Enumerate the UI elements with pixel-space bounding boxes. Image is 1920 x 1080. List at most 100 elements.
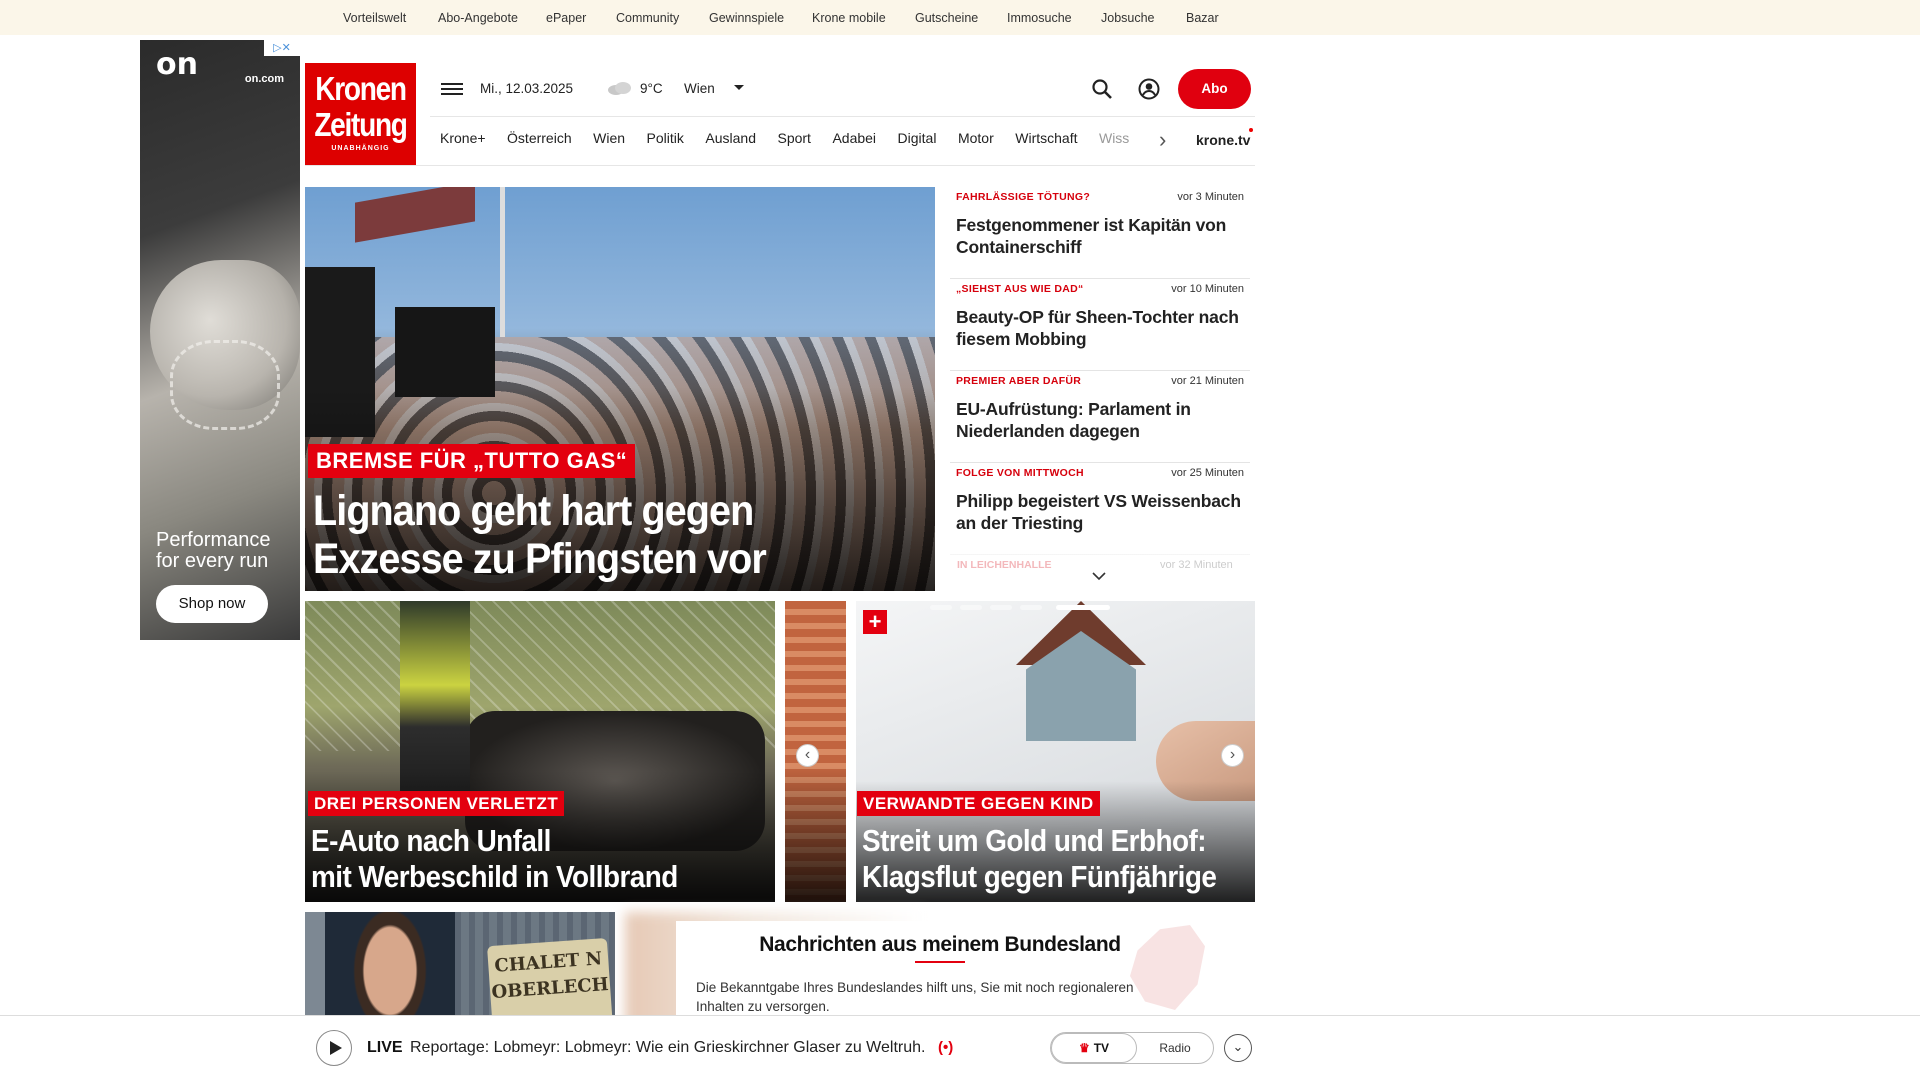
tv-toggle-button[interactable]: ♛ TV: [1051, 1033, 1137, 1063]
logo-line-1: Kronen: [315, 70, 407, 107]
ticker-kicker: PREMIER ABER DAFÜR: [956, 375, 1082, 387]
topbar-link-epaper[interactable]: ePaper: [546, 11, 586, 25]
temperature: 9°C: [640, 81, 663, 96]
nav-item-digital[interactable]: Digital: [898, 130, 937, 146]
user-account-icon[interactable]: [1138, 78, 1160, 100]
nav-item-krone-tv[interactable]: krone.tv: [1196, 132, 1250, 148]
live-stream-title[interactable]: Reportage: Lobmeyr: Lobmeyr: Wie ein Gri…: [410, 1039, 925, 1057]
ticker-headline[interactable]: Philipp begeistert VS Weissenbach an der…: [956, 490, 1241, 534]
search-icon[interactable]: [1091, 78, 1113, 100]
carousel-prev-arrow-icon[interactable]: ‹: [796, 744, 819, 767]
divider: [430, 116, 1255, 117]
sidebar-ad[interactable]: on on.com ▷✕ Performance for every run S…: [140, 40, 300, 640]
nav-item-ausland[interactable]: Ausland: [705, 130, 756, 146]
live-indicator-dot: [1249, 128, 1253, 132]
hamburger-menu-icon[interactable]: [441, 80, 463, 98]
article-card-e-auto[interactable]: DREI PERSONEN VERLETZT E-Auto nach Unfal…: [305, 601, 775, 902]
nav-item-wissen[interactable]: Wiss: [1099, 130, 1129, 146]
kronen-zeitung-logo[interactable]: Kronen Zeitung UNABHÄNGIG: [305, 63, 416, 166]
card-title-line: Klagsflut gegen Fünfjährige: [862, 859, 1217, 894]
ticker-time: vor 21 Minuten: [1171, 375, 1244, 387]
ad-shop-now-button[interactable]: Shop now: [156, 585, 268, 623]
topbar-link-krone-mobile[interactable]: Krone mobile: [812, 11, 886, 25]
tv-label: TV: [1093, 1041, 1110, 1055]
top-utility-bar: Vorteilswelt Abo-Angebote ePaper Communi…: [0, 0, 1920, 35]
carousel-dots: [930, 605, 1110, 611]
bundesland-description: Die Bekanntgabe Ihres Bundeslandes hilft…: [696, 980, 1134, 1014]
topbar-link-jobsuche[interactable]: Jobsuche: [1101, 11, 1155, 25]
topbar-link-gewinnspiele[interactable]: Gewinnspiele: [709, 11, 784, 25]
expand-chevron-icon[interactable]: ⌄: [1224, 1034, 1252, 1062]
bundesland-title: Nachrichten aus meinem Bundesland: [759, 933, 1121, 956]
ticker-kicker: FAHRLÄSSIGE TÖTUNG?: [956, 191, 1091, 203]
krone-plus-icon: +: [863, 610, 887, 634]
logo-subline: UNABHÄNGIG: [331, 145, 390, 152]
live-player-bar: [0, 1015, 1920, 1080]
ticker-time: vor 10 Minuten: [1171, 283, 1244, 295]
card-title-line: Streit um Gold und Erbhof:: [862, 823, 1207, 858]
ticker-kicker: FOLGE VON MITTWOCH: [956, 467, 1084, 479]
ad-tagline: Performance for every run: [156, 529, 271, 572]
ticker-kicker-faded: IN LEICHENHALLE: [957, 559, 1052, 571]
main-navigation: Krone+ Österreich Wien Politik Ausland Sport A…: [440, 130, 1185, 152]
play-button-icon[interactable]: [316, 1030, 352, 1066]
ticker-item[interactable]: FAHRLÄSSIGE TÖTUNG? vor 3 Minuten Festge…: [950, 187, 1250, 279]
hero-kicker: BREMSE FÜR „TUTTO GAS“: [308, 444, 636, 478]
news-ticker: FAHRLÄSSIGE TÖTUNG? vor 3 Minuten Festge…: [950, 187, 1250, 575]
topbar-link-gutscheine[interactable]: Gutscheine: [915, 11, 978, 25]
chevron-right-icon[interactable]: ›: [1159, 129, 1175, 152]
radio-toggle-button[interactable]: Radio: [1140, 1033, 1210, 1063]
ticker-time-faded: vor 32 Minuten: [1160, 559, 1233, 571]
current-date: Mi., 12.03.2025: [480, 81, 574, 96]
carousel-dot[interactable]: [960, 605, 982, 610]
header-divider: [305, 165, 1255, 166]
carousel-dot[interactable]: [1020, 605, 1042, 610]
chevron-down-icon[interactable]: [1092, 568, 1106, 581]
card-kicker: DREI PERSONEN VERLETZT: [308, 791, 565, 816]
carousel-dot[interactable]: [990, 605, 1012, 610]
ticker-headline[interactable]: Beauty-OP für Sheen-Tochter nach fiesem …: [956, 306, 1241, 350]
nav-item-politik[interactable]: Politik: [647, 130, 684, 146]
card-title[interactable]: E-Auto nach Unfall mit Werbeschild in Vo…: [311, 823, 678, 895]
card-title[interactable]: Streit um Gold und Erbhof: Klagsflut geg…: [862, 823, 1217, 895]
ticker-time: vor 25 Minuten: [1171, 467, 1244, 479]
card-title-line: E-Auto nach Unfall: [311, 823, 551, 858]
title-underline: [915, 961, 965, 963]
nav-item-wien[interactable]: Wien: [593, 130, 625, 146]
chevron-down-icon[interactable]: [734, 85, 744, 90]
nav-item-sport[interactable]: Sport: [777, 130, 810, 146]
ticker-item[interactable]: „SIEHST AUS WIE DAD“ vor 10 Minuten Beau…: [950, 279, 1250, 371]
nav-item-motor[interactable]: Motor: [958, 130, 994, 146]
ad-shoe-laces: [170, 340, 280, 430]
nav-item-oesterreich[interactable]: Österreich: [507, 130, 572, 146]
ticker-headline[interactable]: Festgenommener ist Kapitän von Container…: [956, 214, 1241, 258]
topbar-link-community[interactable]: Community: [616, 11, 679, 25]
hero-article[interactable]: BREMSE FÜR „TUTTO GAS“ Lignano geht hart…: [305, 187, 935, 591]
carousel-dot[interactable]: [930, 605, 952, 610]
topbar-link-bazar[interactable]: Bazar: [1186, 11, 1219, 25]
live-label: LIVE: [367, 1039, 403, 1056]
ad-info-close-icon[interactable]: ▷✕: [264, 40, 300, 56]
ticker-headline[interactable]: EU-Aufrüstung: Parlament in Niederlanden…: [956, 398, 1241, 442]
abo-button[interactable]: Abo: [1178, 69, 1251, 109]
hero-title[interactable]: Lignano geht hart gegen Exzesse zu Pfing…: [313, 487, 883, 583]
topbar-link-vorteilswelt[interactable]: Vorteilswelt: [343, 11, 406, 25]
carousel-next-arrow-icon[interactable]: ›: [1221, 744, 1244, 767]
hero-image-speaker-2: [395, 307, 495, 397]
cloud-icon: [607, 81, 633, 95]
nav-item-wirtschaft[interactable]: Wirtschaft: [1015, 130, 1077, 146]
card-kicker: VERWANDTE GEGEN KIND: [857, 791, 1100, 816]
city-selector[interactable]: Wien: [684, 81, 715, 96]
ticker-time: vor 3 Minuten: [1177, 191, 1244, 203]
nav-item-adabei[interactable]: Adabei: [832, 130, 876, 146]
logo-line-2: Zeitung: [314, 106, 408, 143]
broadcast-icon: (•): [938, 1039, 954, 1056]
hero-image-pole: [500, 187, 505, 337]
topbar-link-immosuche[interactable]: Immosuche: [1007, 11, 1072, 25]
nav-item-krone-plus[interactable]: Krone+: [440, 130, 486, 146]
topbar-link-abo-angebote[interactable]: Abo-Angebote: [438, 11, 518, 25]
ticker-item[interactable]: PREMIER ABER DAFÜR vor 21 Minuten EU-Auf…: [950, 371, 1250, 463]
card-title-line: mit Werbeschild in Vollbrand: [311, 859, 678, 894]
carousel-dot-active[interactable]: [1056, 605, 1110, 610]
article-card-erbhof[interactable]: VERWANDTE GEGEN KIND Streit um Gold und …: [856, 601, 1255, 902]
